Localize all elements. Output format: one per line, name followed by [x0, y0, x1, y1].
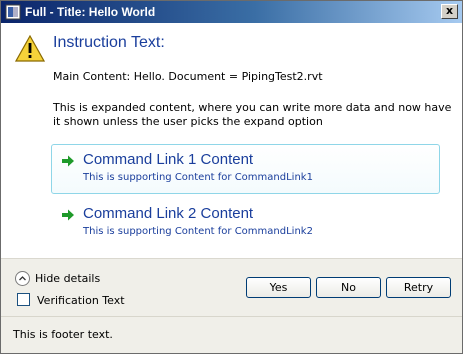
- verification-label: Verification Text: [37, 294, 125, 307]
- footer-text: This is footer text.: [13, 328, 113, 341]
- window-title: Full - Title: Hello World: [25, 5, 156, 19]
- button-area: Hide details Verification Text Yes No Re…: [1, 258, 462, 316]
- command-link-2-subtitle: This is supporting Content for CommandLi…: [83, 226, 313, 237]
- title-bar[interactable]: Full - Title: Hello World x: [1, 1, 462, 23]
- command-link-1-title: Command Link 1 Content: [83, 151, 254, 168]
- task-dialog-window: Full - Title: Hello World x Instruction …: [0, 0, 463, 354]
- chevron-up-icon: [19, 276, 26, 281]
- command-link-1-subtitle: This is supporting Content for CommandLi…: [83, 172, 313, 183]
- close-button[interactable]: x: [441, 4, 458, 19]
- footer-area: This is footer text.: [1, 316, 462, 353]
- app-icon: [5, 4, 21, 20]
- green-arrow-icon: [62, 155, 74, 167]
- expanded-content-text: This is expanded content, where you can …: [53, 101, 452, 128]
- no-button[interactable]: No: [316, 277, 381, 298]
- command-link-2[interactable]: Command Link 2 Content This is supportin…: [51, 198, 440, 248]
- expander-label: Hide details: [35, 272, 101, 285]
- yes-button[interactable]: Yes: [246, 277, 311, 298]
- instruction-text: Instruction Text:: [53, 34, 165, 51]
- command-link-2-title: Command Link 2 Content: [83, 205, 254, 222]
- close-icon: x: [445, 4, 454, 17]
- warning-icon: [15, 35, 45, 62]
- command-link-1[interactable]: Command Link 1 Content This is supportin…: [51, 144, 440, 194]
- main-content-text: Main Content: Hello. Document = PipingTe…: [53, 70, 323, 83]
- retry-button[interactable]: Retry: [386, 277, 451, 298]
- green-arrow-icon: [62, 209, 74, 221]
- verification-checkbox[interactable]: [17, 293, 30, 306]
- expander-button[interactable]: [15, 271, 30, 286]
